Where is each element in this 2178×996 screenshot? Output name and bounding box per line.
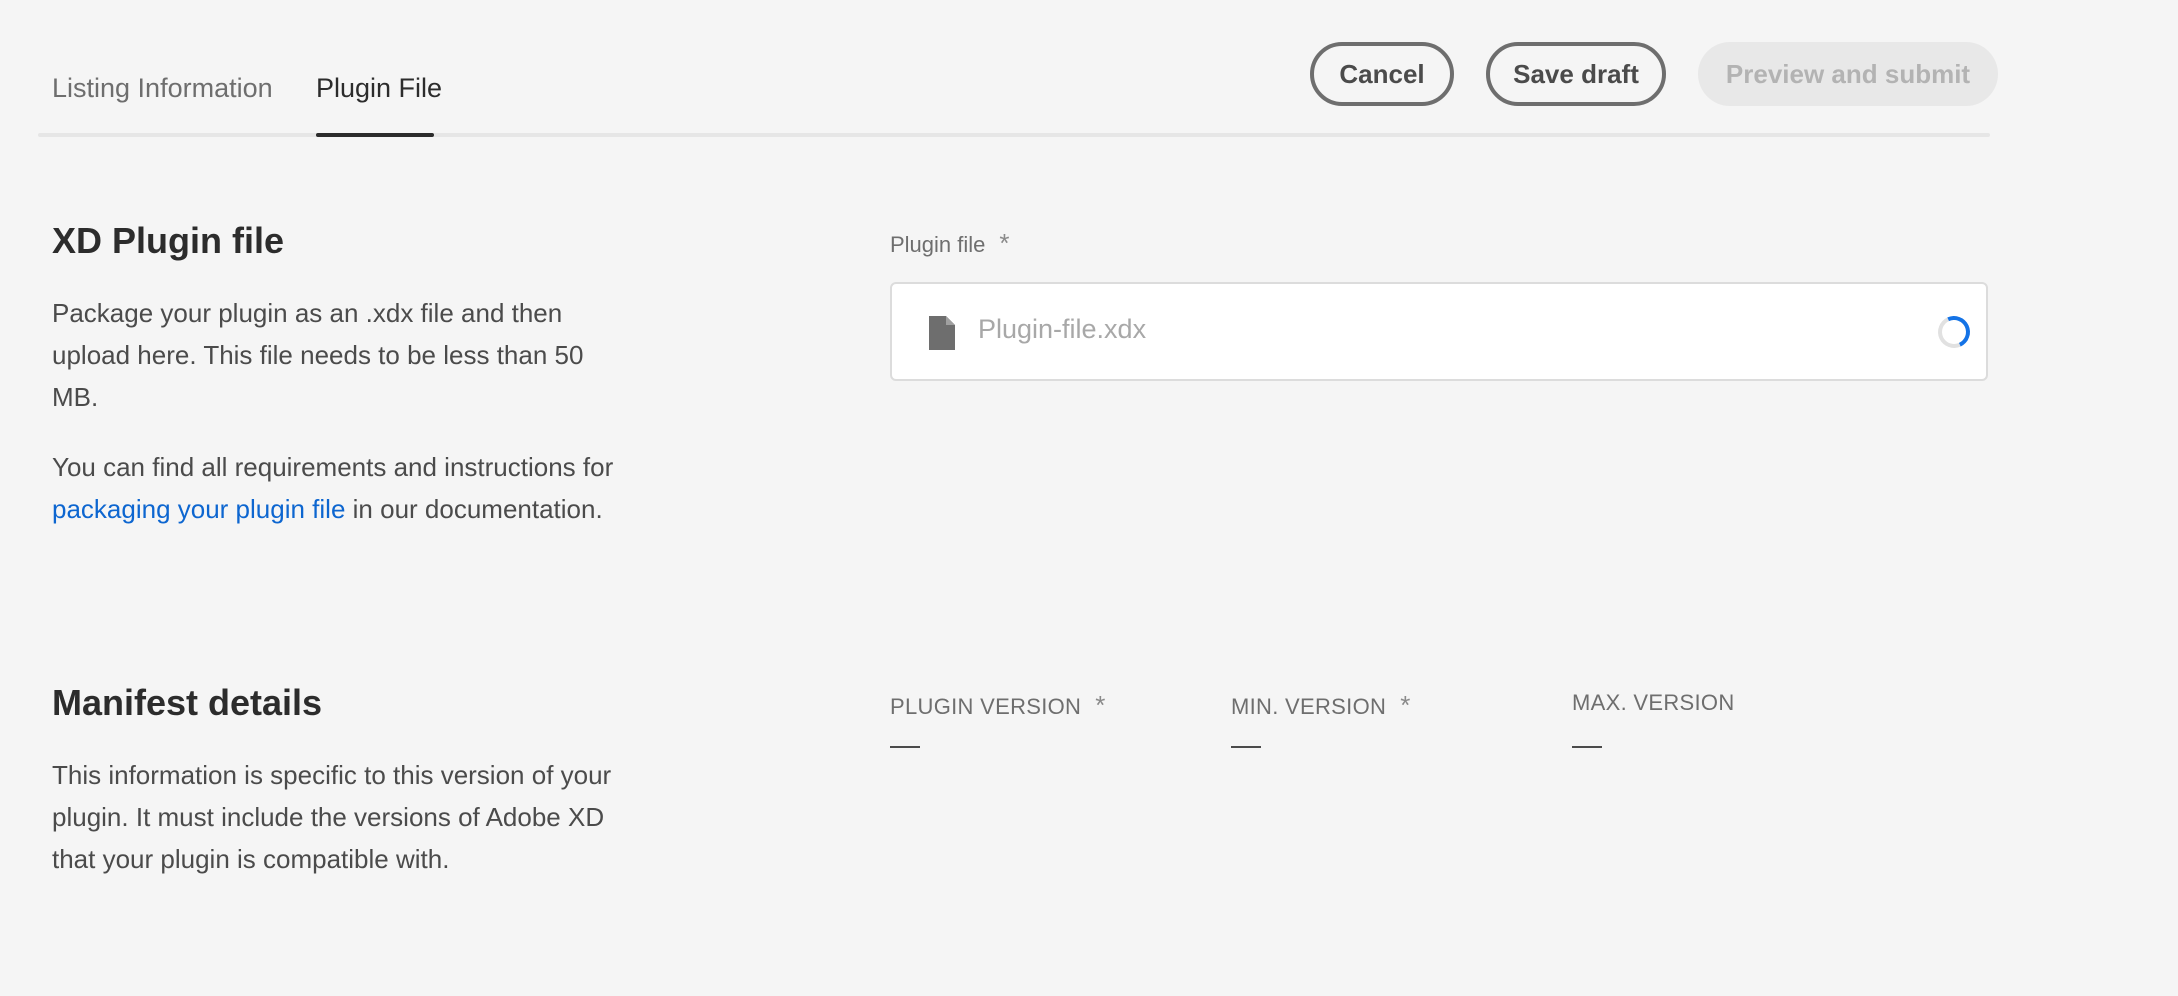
preview-and-submit-button[interactable]: Preview and submit xyxy=(1698,42,1998,106)
requirements-text-before: You can find all requirements and instru… xyxy=(52,452,614,482)
max-version-label-text: MAX. VERSION xyxy=(1572,690,1735,715)
document-icon xyxy=(929,316,955,350)
max-version-value-empty xyxy=(1572,746,1602,748)
manifest-section-description: This information is specific to this ver… xyxy=(52,760,612,874)
save-draft-button-label: Save draft xyxy=(1513,58,1639,89)
min-version-label-text: MIN. VERSION xyxy=(1231,694,1387,719)
preview-and-submit-button-label: Preview and submit xyxy=(1725,58,1971,89)
min-version-label: MIN. VERSION * xyxy=(1231,690,1411,721)
max-version-label: MAX. VERSION xyxy=(1572,690,1735,716)
cancel-button[interactable]: Cancel xyxy=(1310,42,1454,106)
plugin-version-label: PLUGIN VERSION * xyxy=(890,690,1106,721)
requirements-text-after: in our documentation. xyxy=(345,494,603,524)
plugin-requirements-text: You can find all requirements and instru… xyxy=(52,446,622,530)
cancel-button-label: Cancel xyxy=(1339,58,1425,89)
manifest-section-title: Manifest details xyxy=(52,682,323,723)
required-asterisk: * xyxy=(1095,690,1106,720)
active-tab-indicator xyxy=(316,133,434,137)
min-version-value-empty xyxy=(1231,746,1261,748)
page: Listing Information Plugin File Cancel S… xyxy=(0,0,2178,996)
spinner-icon xyxy=(1933,311,1975,353)
plugin-section-title: XD Plugin file xyxy=(52,220,285,261)
required-asterisk: * xyxy=(999,228,1010,258)
plugin-file-upload-field[interactable]: Plugin-file.xdx xyxy=(890,282,1988,381)
plugin-file-label-text: Plugin file xyxy=(890,232,986,257)
plugin-file-name: Plugin-file.xdx xyxy=(978,314,1147,344)
save-draft-button[interactable]: Save draft xyxy=(1486,42,1666,106)
tab-label: Listing Information xyxy=(52,73,273,103)
tab-label: Plugin File xyxy=(316,73,443,103)
packaging-plugin-file-link[interactable]: packaging your plugin file xyxy=(52,494,345,524)
tab-plugin-file[interactable]: Plugin File xyxy=(316,70,442,106)
tab-listing-information[interactable]: Listing Information xyxy=(52,70,273,106)
plugin-version-value-empty xyxy=(890,746,920,748)
plugin-file-label: Plugin file * xyxy=(890,228,1010,259)
plugin-version-label-text: PLUGIN VERSION xyxy=(890,694,1082,719)
required-asterisk: * xyxy=(1400,690,1411,720)
plugin-section-description: Package your plugin as an .xdx file and … xyxy=(52,298,584,412)
